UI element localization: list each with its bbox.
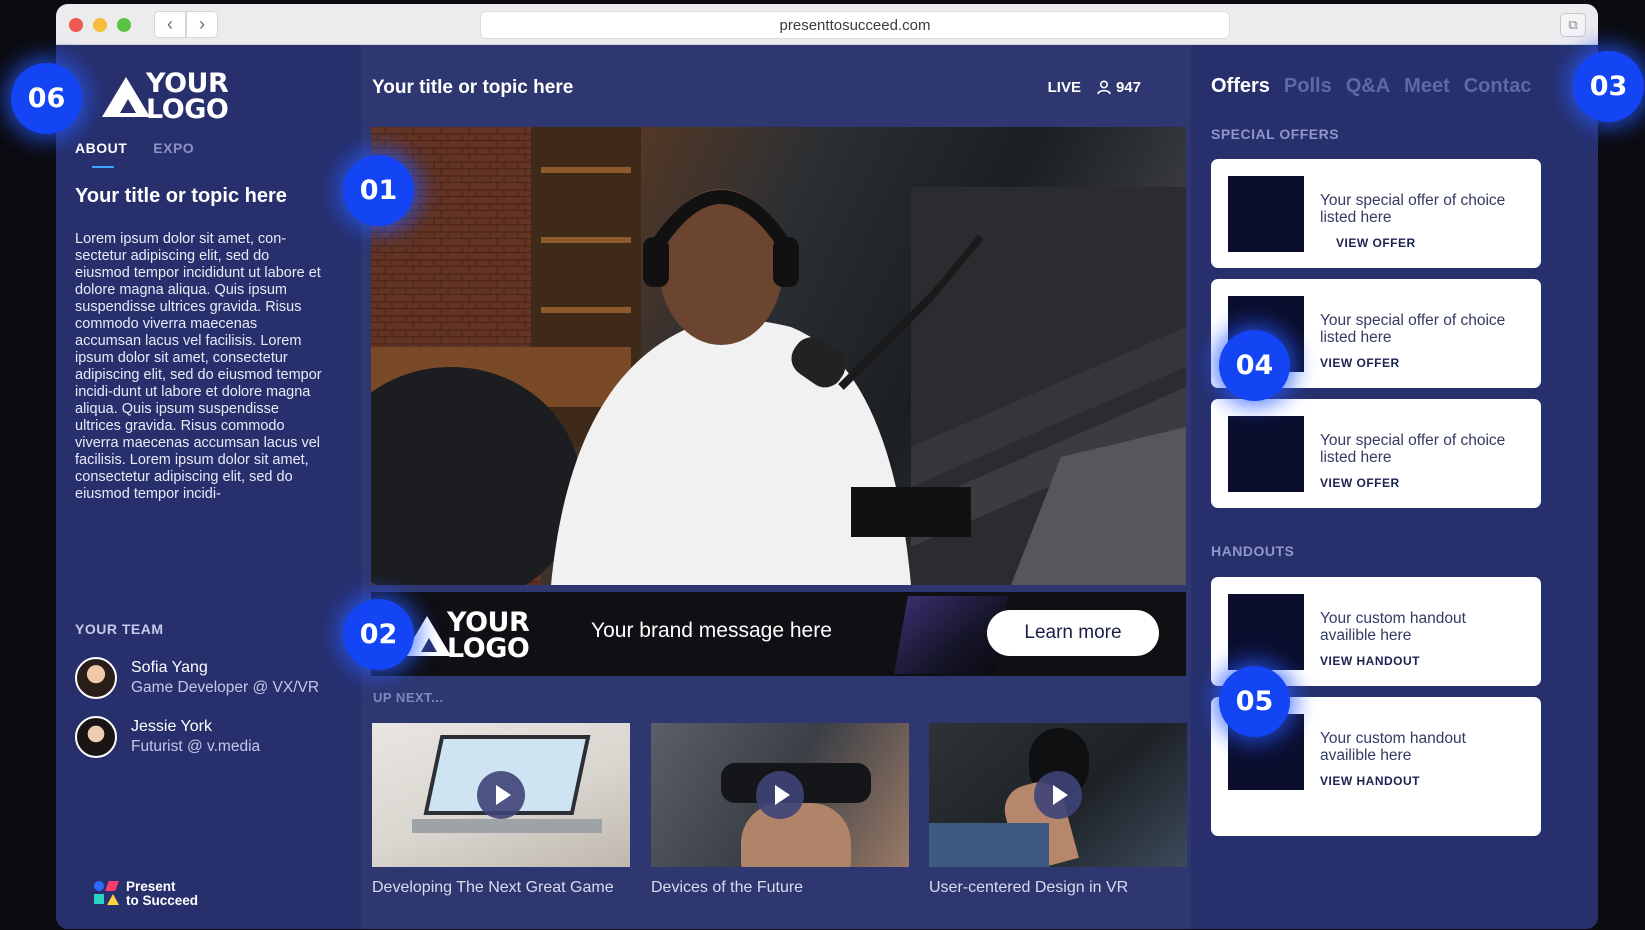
brand-mark-icon [94,881,120,907]
brand-logo: YOUR LOGO [102,68,229,125]
tab-expo[interactable]: EXPO [153,140,194,156]
left-panel: YOUR LOGO ABOUT EXPO Your title or topic … [56,45,361,929]
tab-polls[interactable]: Polls [1284,75,1332,98]
address-bar[interactable]: presenttosucceed.com [480,11,1230,39]
up-next-heading: UP NEXT... [373,690,444,705]
offer-card[interactable]: Your special offer of choice listed here… [1211,399,1541,508]
play-button[interactable] [477,771,525,819]
browser-toolbar: ‹ › presenttosucceed.com ⧉ [56,4,1598,45]
view-offer-link[interactable]: VIEW OFFER [1320,356,1400,370]
close-window-button[interactable] [69,18,83,32]
person-icon [1097,80,1111,95]
session-title: Your title or topic here [372,77,574,98]
up-next-item[interactable]: Devices of the Future [651,723,909,897]
play-button[interactable] [1034,771,1082,819]
zoom-window-button[interactable] [117,18,131,32]
brand-name: Present to Succeed [126,879,199,908]
video-player[interactable] [371,127,1186,585]
offer-image [1228,176,1304,252]
team-member[interactable]: Sofia Yang Game Developer @ VX/VR [75,657,319,699]
tab-qa[interactable]: Q&A [1346,75,1390,98]
callout-02: 02 [343,599,414,670]
logo-mark-icon [102,76,150,117]
tab-about[interactable]: ABOUT [75,140,127,156]
member-role: Game Developer @ VX/VR [131,679,320,696]
view-offer-link[interactable]: VIEW OFFER [1336,236,1416,250]
video-title: Developing The Next Great Game [372,879,614,896]
offer-card[interactable]: Your special offer of choice listed here… [1211,159,1541,268]
callout-03: 03 [1573,51,1644,122]
video-thumbnail [929,723,1187,867]
member-name: Sofia Yang [131,659,208,676]
tab-offers[interactable]: Offers [1211,75,1270,98]
member-name: Jessie York [131,718,212,735]
up-next-list: Developing The Next Great Game Devices o… [372,723,1187,903]
live-status: LIVE 947 [1048,79,1141,96]
callout-06: 06 [11,63,82,134]
about-body: Lorem ipsum dolor sit amet, con-sectetur… [75,231,322,502]
brand-message: Your brand message here [591,619,832,642]
left-tabs: ABOUT EXPO [75,140,194,156]
handouts-heading: HANDOUTS [1211,543,1295,559]
tab-contact[interactable]: Contac [1464,75,1532,98]
logo-text: YOUR LOGO [447,607,530,664]
sponsor-banner: YOUR LOGO Your brand message here Learn m… [371,592,1186,676]
video-thumbnail [372,723,630,867]
right-panel: Offers Polls Q&A Meet Contac SPECIAL OFF… [1191,45,1598,929]
play-button[interactable] [756,771,804,819]
window-toggle-button[interactable]: ⧉ [1560,13,1586,37]
viewer-count: 947 [1097,79,1141,96]
presenter-video-frame [371,127,1186,585]
video-title: Devices of the Future [651,879,804,896]
offer-text: Your special offer of choice listed here [1320,432,1506,466]
view-offer-link[interactable]: VIEW OFFER [1320,476,1400,490]
view-handout-link[interactable]: VIEW HANDOUT [1320,654,1420,668]
handout-text: Your custom handout availible here [1320,610,1466,644]
up-next-item[interactable]: User-centered Design in VR [929,723,1187,897]
logo-text: YOUR LOGO [146,68,229,125]
right-tabs: Offers Polls Q&A Meet Contac [1211,75,1532,98]
special-offers-heading: SPECIAL OFFERS [1211,126,1340,142]
learn-more-button[interactable]: Learn more [987,610,1159,656]
about-title: Your title or topic here [75,185,287,207]
active-tab-indicator [92,166,114,168]
member-role: Futurist @ v.media [131,738,261,755]
offer-text: Your special offer of choice listed here [1320,192,1506,226]
callout-04: 04 [1219,330,1290,401]
view-handout-link[interactable]: VIEW HANDOUT [1320,774,1420,788]
browser-window: ‹ › presenttosucceed.com ⧉ YOUR LOGO ABOU… [56,4,1598,929]
video-title: User-centered Design in VR [929,879,1129,896]
avatar [75,657,117,699]
chevron-right-icon: › [199,14,205,34]
present-to-succeed-logo: Present to Succeed [94,880,198,908]
live-label: LIVE [1047,79,1081,96]
handout-image [1228,594,1304,670]
callout-01: 01 [343,155,414,226]
back-button[interactable]: ‹ [154,11,186,38]
video-thumbnail [651,723,909,867]
handout-text: Your custom handout availible here [1320,730,1466,764]
team-heading: YOUR TEAM [75,621,164,637]
forward-button[interactable]: › [186,11,218,38]
tab-meet[interactable]: Meet [1404,75,1450,98]
chevron-left-icon: ‹ [167,14,173,34]
up-next-item[interactable]: Developing The Next Great Game [372,723,630,897]
windows-icon: ⧉ [1568,17,1578,32]
offer-image [1228,416,1304,492]
team-member[interactable]: Jessie York Futurist @ v.media [75,716,260,758]
minimize-window-button[interactable] [93,18,107,32]
banner-logo: YOUR LOGO [403,607,530,664]
avatar [75,716,117,758]
offer-text: Your special offer of choice listed here [1320,312,1506,346]
event-app: YOUR LOGO ABOUT EXPO Your title or topic … [56,45,1598,929]
callout-05: 05 [1219,666,1290,737]
main-stage: Your title or topic here LIVE 947 YOUR L… [361,45,1191,929]
